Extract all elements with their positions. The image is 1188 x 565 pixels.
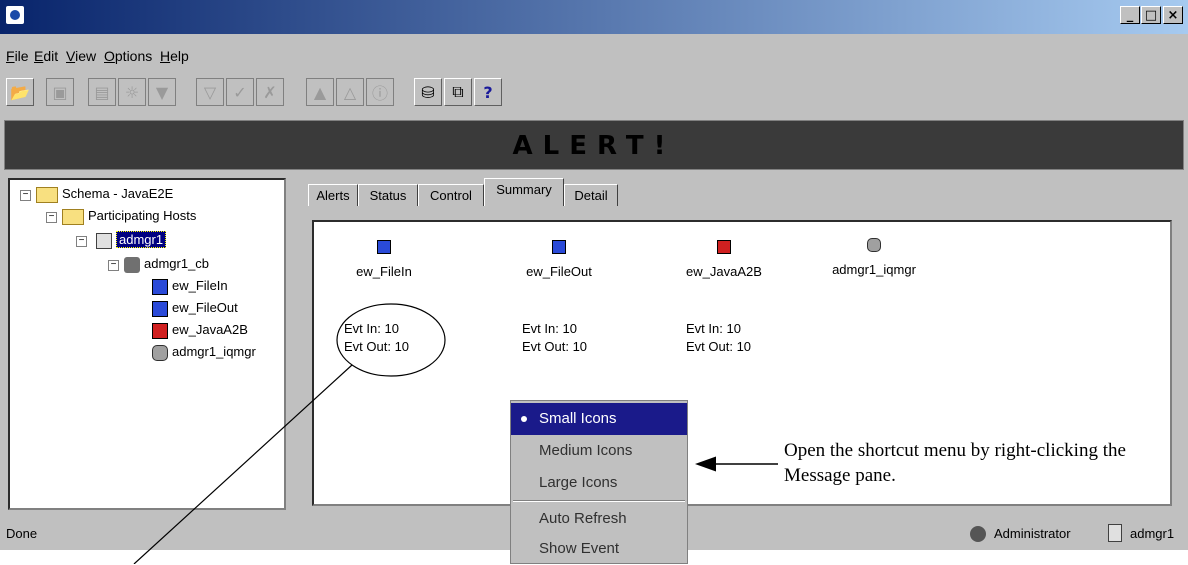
- annotation-overlay: [133, 303, 778, 564]
- pointer-line: [133, 364, 353, 564]
- highlight-ellipse: [336, 303, 446, 377]
